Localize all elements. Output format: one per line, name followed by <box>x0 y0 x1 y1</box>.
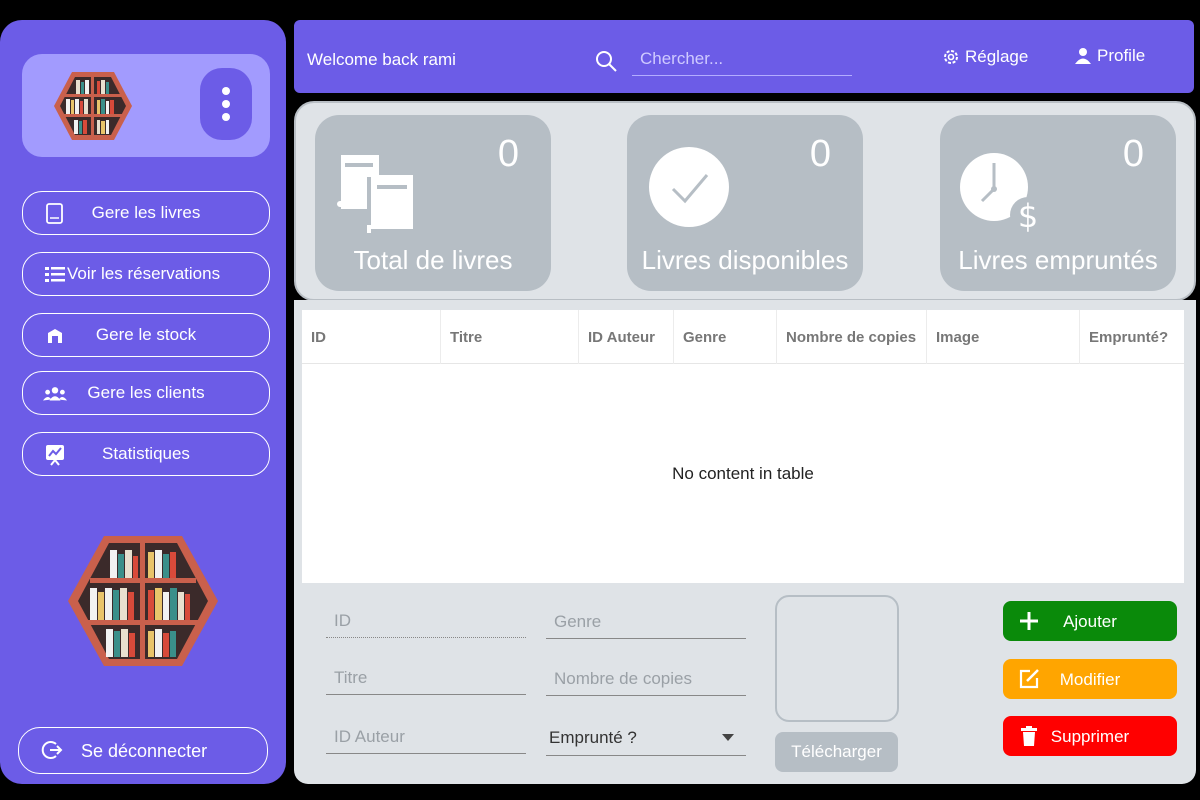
logout-icon <box>41 739 65 763</box>
dot-icon <box>222 113 230 121</box>
stats-area: 0 Total de livres 0 Livres disponibles $… <box>294 101 1196 301</box>
welcome-text: Welcome back rami <box>307 50 456 69</box>
bookshelf-logo-icon <box>54 72 132 140</box>
add-button-label: Ajouter <box>1063 612 1117 631</box>
total-books-label: Total de livres <box>353 245 513 275</box>
sidebar-item-clients[interactable]: Gere les clients <box>22 371 270 415</box>
dot-icon <box>222 100 230 108</box>
svg-text:$: $ <box>1018 197 1038 235</box>
menu-kebab-button[interactable] <box>200 68 252 140</box>
stat-card-borrowed: $ 0 Livres empruntés <box>940 115 1176 291</box>
gear-icon <box>944 50 958 64</box>
bookshelf-illustration-icon <box>68 536 218 666</box>
caret-down-icon <box>722 734 734 741</box>
sidebar-item-stock[interactable]: Gere le stock <box>22 313 270 357</box>
column-header-id-auteur[interactable]: ID Auteur <box>579 310 674 364</box>
edit-button-label: Modifier <box>1059 670 1121 689</box>
sidebar-item-label: Voir les réservations <box>67 264 221 283</box>
column-header-id[interactable]: ID <box>302 310 441 364</box>
stat-card-available: 0 Livres disponibles <box>627 115 863 291</box>
books-icon <box>337 155 415 233</box>
id-auteur-field[interactable] <box>326 720 526 754</box>
copies-field[interactable] <box>546 662 746 696</box>
column-header-genre[interactable]: Genre <box>674 310 777 364</box>
column-header-emprunte[interactable]: Emprunté? <box>1080 310 1184 364</box>
settings-link[interactable]: Réglage <box>942 47 1028 67</box>
emprunte-select[interactable]: Emprunté ? <box>546 720 746 756</box>
edit-button[interactable]: Modifier <box>1003 659 1177 699</box>
search-input[interactable] <box>632 42 852 76</box>
sidebar-item-reservations[interactable]: Voir les réservations <box>22 252 270 296</box>
image-preview <box>775 595 899 722</box>
titre-field[interactable] <box>326 661 526 695</box>
column-header-copies[interactable]: Nombre de copies <box>777 310 927 364</box>
available-books-value: 0 <box>809 133 831 175</box>
brand-card <box>22 54 270 157</box>
total-books-value: 0 <box>497 133 519 175</box>
id-field[interactable] <box>326 604 526 638</box>
bottom-frame <box>0 785 1200 800</box>
borrowed-books-value: 0 <box>1122 133 1144 175</box>
emprunte-select-value: Emprunté ? <box>549 728 637 747</box>
table-empty-message: No content in table <box>672 464 814 483</box>
dot-icon <box>222 87 230 95</box>
top-frame <box>0 0 1200 15</box>
available-books-label: Livres disponibles <box>641 245 849 275</box>
list-icon <box>43 263 67 287</box>
settings-label: Réglage <box>965 47 1029 66</box>
check-circle-icon <box>649 147 729 227</box>
logout-label: Se déconnecter <box>81 741 208 761</box>
sidebar: Gere les livres Voir les réservations Ge… <box>0 20 286 784</box>
sidebar-item-label: Gere les clients <box>87 383 205 402</box>
column-header-image[interactable]: Image <box>927 310 1080 364</box>
profile-link[interactable]: Profile <box>1074 46 1145 66</box>
sidebar-item-label: Statistiques <box>102 444 190 463</box>
table-header: ID Titre ID Auteur Genre Nombre de copie… <box>302 310 1184 364</box>
top-header: Welcome back rami Réglage Profile <box>294 20 1194 93</box>
add-button[interactable]: Ajouter <box>1003 601 1177 641</box>
delete-button[interactable]: Supprimer <box>1003 716 1177 756</box>
clock-dollar-icon: $ <box>960 153 1044 235</box>
logout-button[interactable]: Se déconnecter <box>18 727 268 774</box>
sidebar-item-books[interactable]: Gere les livres <box>22 191 270 235</box>
sidebar-item-statistics[interactable]: Statistiques <box>22 432 270 476</box>
user-icon <box>1075 48 1091 64</box>
stat-card-total: 0 Total de livres <box>315 115 551 291</box>
genre-field[interactable] <box>546 605 746 639</box>
borrowed-books-label: Livres empruntés <box>958 245 1158 275</box>
sidebar-item-label: Gere le stock <box>95 325 197 344</box>
sidebar-item-label: Gere les livres <box>91 203 201 222</box>
profile-label: Profile <box>1097 46 1146 65</box>
delete-button-label: Supprimer <box>1050 727 1130 746</box>
upload-button[interactable]: Télécharger <box>775 732 898 772</box>
search-icon[interactable] <box>594 49 618 73</box>
books-table[interactable]: ID Titre ID Auteur Genre Nombre de copie… <box>302 310 1184 583</box>
column-header-titre[interactable]: Titre <box>441 310 579 364</box>
